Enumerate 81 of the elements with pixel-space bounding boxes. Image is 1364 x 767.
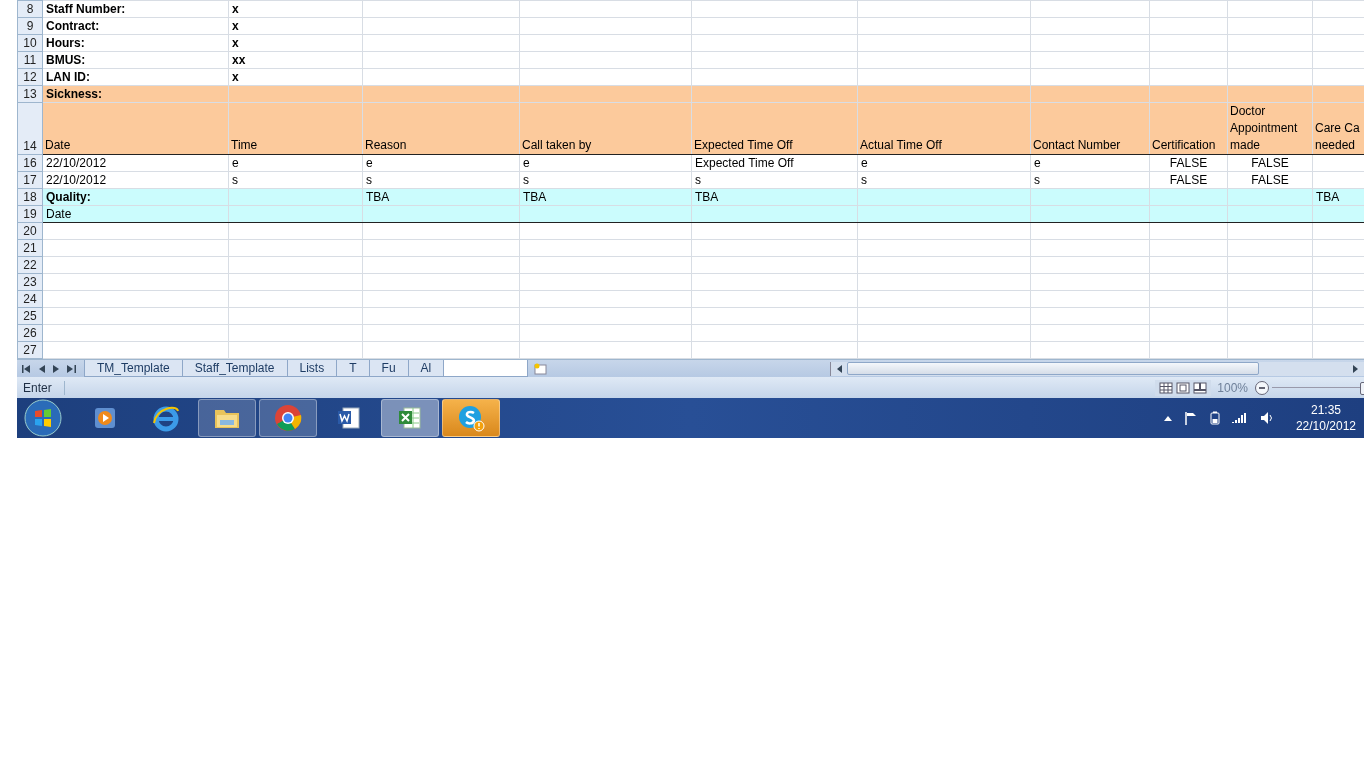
cell-text: e	[523, 156, 530, 170]
last-sheet-icon[interactable]	[67, 364, 76, 373]
cell-text: Time	[231, 138, 258, 152]
cell-text: LAN ID:	[46, 70, 90, 84]
start-button[interactable]	[23, 398, 63, 438]
cell-text: Contract:	[46, 19, 100, 33]
play-icon	[92, 405, 118, 431]
cell-text: TBA	[695, 190, 719, 204]
sheet-tab[interactable]: Lists	[286, 360, 338, 377]
cell-text: e	[366, 156, 373, 170]
volume-icon[interactable]	[1259, 411, 1274, 425]
cell-text: s	[695, 173, 701, 187]
taskbar-button[interactable]	[381, 399, 439, 437]
cell-text: Date	[46, 207, 72, 221]
cell-text: 22/10/2012	[46, 173, 107, 187]
cell-text: x	[232, 2, 239, 16]
cell-text: TBA	[366, 190, 390, 204]
cell-text: Expected Time Off	[695, 156, 794, 170]
cell-text: FALSE	[1169, 173, 1208, 187]
flag-icon[interactable]	[1183, 411, 1198, 425]
previous-sheet-icon[interactable]	[39, 364, 45, 373]
zoom-slider-thumb[interactable]	[1360, 381, 1364, 395]
show-hidden-icons-icon[interactable]	[1163, 415, 1172, 421]
page-layout-icon[interactable]	[1176, 381, 1191, 394]
cell-text: x	[232, 19, 239, 33]
cell-text: x	[232, 36, 239, 50]
cell-text: x	[232, 70, 239, 84]
spreadsheet-icon	[396, 404, 424, 432]
horizontal-scrollbar[interactable]	[830, 361, 1364, 376]
battery-icon[interactable]	[1209, 411, 1220, 425]
cell-text: s	[523, 173, 529, 187]
next-sheet-icon[interactable]	[53, 364, 59, 373]
zoom-level: 100%	[1217, 380, 1248, 395]
cell-text: s	[232, 173, 238, 187]
cell-text: Certification	[1152, 138, 1216, 152]
browser-icon	[273, 403, 303, 433]
cell-text: FALSE	[1169, 156, 1208, 170]
document-icon	[335, 404, 363, 432]
first-sheet-icon[interactable]	[22, 364, 31, 373]
cell-text: Quality:	[46, 190, 91, 204]
cell-text: BMUS:	[46, 53, 86, 67]
cell-text: xx	[232, 53, 246, 67]
cell-text: Expected Time Off	[694, 138, 793, 152]
clock-time[interactable]: 21:35	[1310, 402, 1341, 418]
cell-text: FALSE	[1251, 173, 1289, 187]
cell-text: Reason	[365, 138, 407, 152]
status-mode: Enter	[17, 380, 65, 395]
taskbar-button[interactable]	[198, 399, 256, 437]
row-number[interactable]: 14	[17, 102, 43, 155]
cell-text: Hours:	[46, 36, 85, 50]
sheet-tab[interactable]: Staff_Template	[181, 360, 288, 377]
cell-text: Call taken by	[522, 138, 592, 152]
cell-text: TBA	[523, 190, 547, 204]
cell-text: FALSE	[1251, 156, 1289, 170]
cell-text: Staff Number:	[46, 2, 126, 16]
chat-icon	[456, 403, 486, 433]
cell-text: Contact Number	[1033, 138, 1121, 152]
cell-text: e	[232, 156, 239, 170]
sheet-tab[interactable]: T	[336, 360, 370, 377]
cell-text: s	[861, 173, 867, 187]
cell-text: s	[366, 173, 372, 187]
cell-text: 22/10/2012	[46, 156, 107, 170]
cell-text: Date	[45, 138, 71, 152]
cell-text: Sickness:	[46, 87, 103, 101]
row-number[interactable]: 8	[17, 0, 43, 18]
sheet-tab[interactable]: Fu	[368, 360, 409, 377]
clock-date[interactable]: 22/10/2012	[1295, 418, 1356, 434]
cell-text: Actual Time Off	[860, 138, 942, 152]
page-break-icon[interactable]	[1193, 381, 1208, 394]
cell-text: s	[1034, 173, 1040, 187]
sheet-tab[interactable]: TM_Template	[84, 360, 183, 377]
cell-text: e	[1034, 156, 1041, 170]
cell-text: e	[861, 156, 868, 170]
normal-view-icon[interactable]	[1159, 381, 1174, 394]
signal-icon[interactable]	[1231, 412, 1248, 424]
cell-text: Doctor Appointment made	[1230, 104, 1298, 152]
scroll-right-icon[interactable]	[1352, 363, 1360, 374]
cell-text: TBA	[1316, 190, 1340, 204]
scroll-left-icon[interactable]	[835, 363, 843, 374]
zoom-out-icon[interactable]	[1254, 379, 1270, 396]
cell-text: Care Ca needed	[1315, 121, 1360, 152]
